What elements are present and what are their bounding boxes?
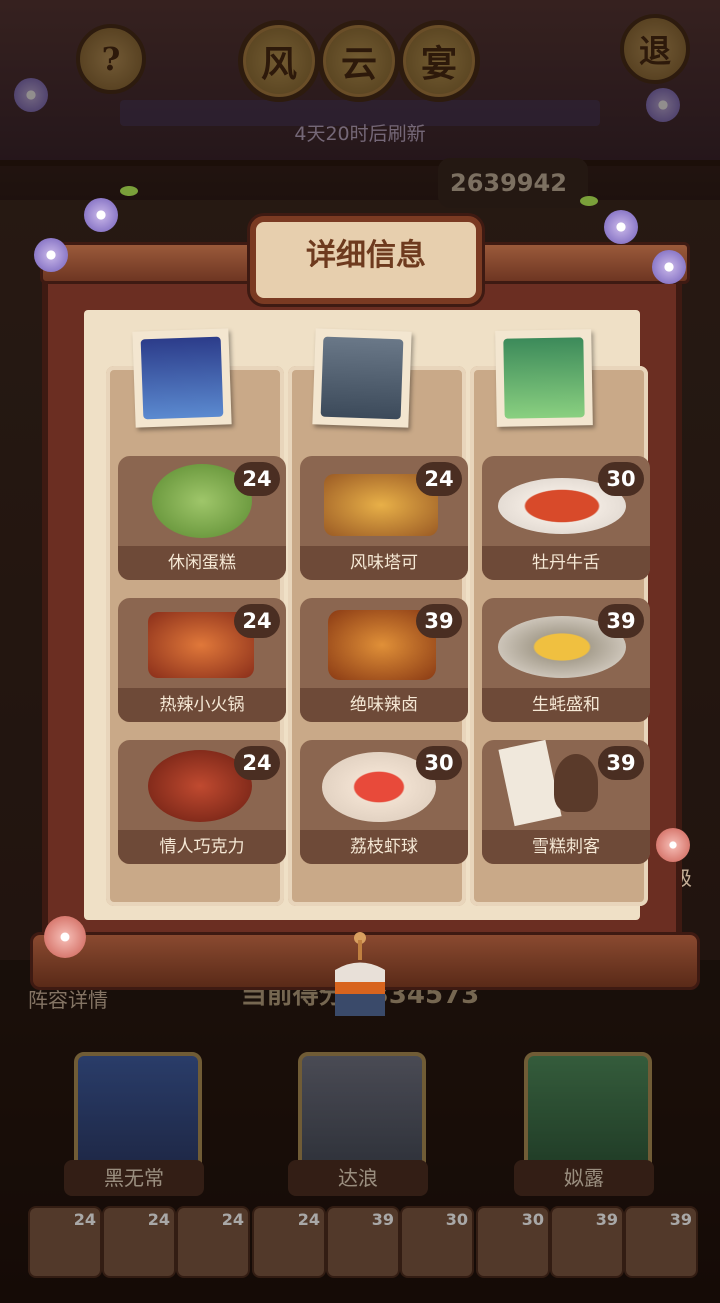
flower-icon [652,250,686,284]
dish-card[interactable]: 30 牡丹牛舌 [482,456,650,580]
dish-name: 热辣小火锅 [118,688,286,722]
dish-name: 绝味辣卤 [300,688,468,722]
character-portrait-dalang [312,328,412,428]
dish-score: 24 [416,462,462,496]
dish-card[interactable]: 39 生蚝盛和 [482,598,650,722]
character-portrait-silu [495,329,593,427]
leaf-icon [580,196,598,206]
flower-icon [604,210,638,244]
dish-score: 39 [416,604,462,638]
dish-score: 24 [234,462,280,496]
dish-score: 30 [598,462,644,496]
dish-name: 荔枝虾球 [300,830,468,864]
dish-score: 39 [598,604,644,638]
dish-score: 24 [234,604,280,638]
flower-icon [34,238,68,272]
dish-card[interactable]: 24 热辣小火锅 [118,598,286,722]
dish-card[interactable]: 39 雪糕刺客 [482,739,650,864]
dish-image [498,739,562,827]
flower-icon [44,916,86,958]
leaf-icon [120,186,138,196]
dish-name: 生蚝盛和 [482,688,650,722]
character-portrait-heiwuchang [132,328,232,428]
panel-title: 详细信息 [306,238,426,273]
dish-card[interactable]: 24 情人巧克力 [118,740,286,864]
dish-card[interactable]: 24 休闲蛋糕 [118,456,286,580]
flower-icon [84,198,118,232]
flower-icon [656,828,690,862]
dish-name: 风味塔可 [300,546,468,580]
dish-score: 39 [598,746,644,780]
dish-name: 休闲蛋糕 [118,546,286,580]
dish-name: 牡丹牛舌 [482,546,650,580]
dish-score: 30 [416,746,462,780]
tassel-close-icon[interactable] [325,930,395,1020]
character-figure [554,754,598,812]
dish-score: 24 [234,746,280,780]
dish-card[interactable]: 39 绝味辣卤 [300,598,468,722]
dish-name: 雪糕刺客 [482,830,650,864]
dish-card[interactable]: 30 荔枝虾球 [300,740,468,864]
dish-card[interactable]: 24 风味塔可 [300,456,468,580]
dish-name: 情人巧克力 [118,830,286,864]
